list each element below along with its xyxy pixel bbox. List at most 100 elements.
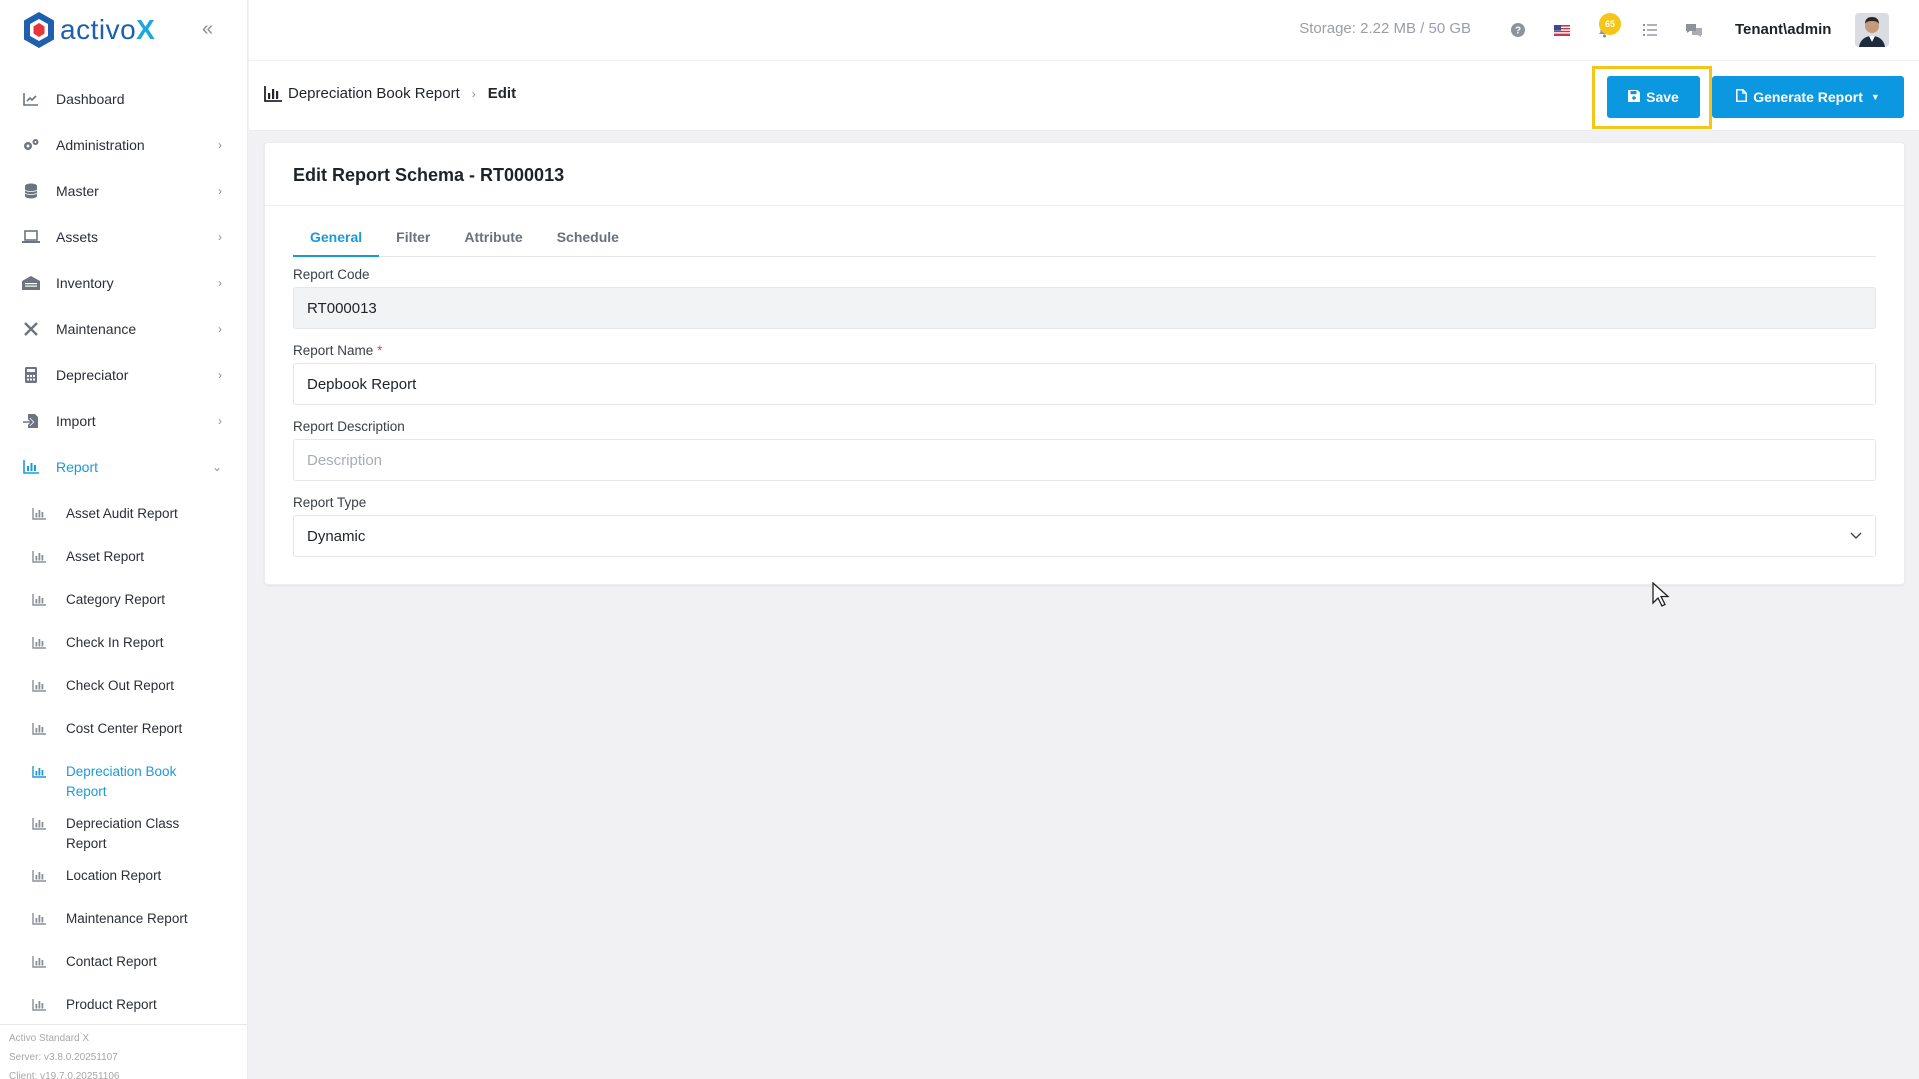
task-list-icon[interactable] xyxy=(1640,20,1660,40)
cogs-icon xyxy=(22,136,40,154)
sidebar-item-maintenance[interactable]: Maintenance › xyxy=(0,306,247,352)
sidebar-subitem-label: Cost Center Report xyxy=(66,721,183,736)
sidebar-item-label: Assets xyxy=(56,229,99,245)
report-description-field: Report Description xyxy=(293,419,1876,481)
sidebar-item-report[interactable]: Report ⌄ xyxy=(0,444,247,490)
file-icon xyxy=(1736,89,1748,105)
file-import-icon xyxy=(22,412,40,430)
notification-badge: 65 xyxy=(1599,13,1621,35)
sidebar-subitem-product-report[interactable]: Product Report xyxy=(0,983,247,1026)
report-name-input[interactable] xyxy=(293,363,1876,405)
sidebar-subitem-label: Asset Report xyxy=(66,549,145,564)
chart-bar-icon xyxy=(264,85,282,102)
chevron-right-icon: › xyxy=(218,322,222,336)
chart-bar-icon xyxy=(32,678,48,694)
report-code-field: Report Code xyxy=(293,267,1876,329)
chevron-down-icon: ⌄ xyxy=(211,460,222,474)
sidebar-subitem-location-report[interactable]: Location Report xyxy=(0,854,247,897)
chevron-right-icon: › xyxy=(218,368,222,382)
breadcrumb-current: Edit xyxy=(487,85,517,102)
chevron-right-icon: › xyxy=(218,230,222,244)
sidebar-subitem-depreciation-book-report[interactable]: Depreciation Book Report xyxy=(0,750,247,802)
tab-schedule[interactable]: Schedule xyxy=(540,219,636,257)
sidebar-item-label: Import xyxy=(56,413,96,429)
sidebar-item-label: Master xyxy=(56,183,99,199)
client-version: Client: v19.7.0.20251106 xyxy=(9,1071,120,1079)
chart-bar-icon xyxy=(32,549,48,565)
sidebar-subitem-asset-audit-report[interactable]: Asset Audit Report xyxy=(0,492,247,535)
sidebar-subitem-label: Asset Audit Report xyxy=(66,506,178,521)
us-flag-icon[interactable] xyxy=(1552,20,1572,40)
sidebar-nav: Dashboard Administration › Master › Asse… xyxy=(0,76,247,1026)
sidebar-subitem-cost-center-report[interactable]: Cost Center Report xyxy=(0,707,247,750)
user-name[interactable]: Tenant\admin xyxy=(1735,21,1831,38)
sidebar: activoX « Dashboard Administration › Mas… xyxy=(0,0,248,1079)
sidebar-item-administration[interactable]: Administration › xyxy=(0,122,247,168)
tab-filter[interactable]: Filter xyxy=(379,219,447,257)
chat-icon[interactable] xyxy=(1684,20,1704,40)
chevron-right-icon: › xyxy=(218,184,222,198)
chart-bar-icon xyxy=(32,592,48,608)
sidebar-item-label: Report xyxy=(56,459,99,475)
generate-report-button[interactable]: Generate Report ▼ xyxy=(1712,76,1904,118)
tab-attribute[interactable]: Attribute xyxy=(447,219,539,257)
chart-bar-icon xyxy=(32,721,48,737)
sidebar-item-label: Inventory xyxy=(56,275,114,291)
chart-bar-icon xyxy=(32,911,48,927)
save-button-label: Save xyxy=(1646,89,1679,105)
chart-bar-icon xyxy=(32,997,48,1013)
sidebar-item-assets[interactable]: Assets › xyxy=(0,214,247,260)
sidebar-subitem-depreciation-class-report[interactable]: Depreciation Class Report xyxy=(0,802,247,854)
sidebar-subitem-check-out-report[interactable]: Check Out Report xyxy=(0,664,247,707)
chevron-right-icon: › xyxy=(218,276,222,290)
sidebar-item-label: Depreciator xyxy=(56,367,129,383)
sidebar-subitem-contact-report[interactable]: Contact Report xyxy=(0,940,247,983)
storage-usage: Storage: 2.22 MB / 50 GB xyxy=(1299,20,1471,37)
chart-bar-icon xyxy=(32,764,48,780)
sidebar-item-dashboard[interactable]: Dashboard xyxy=(0,76,247,122)
sidebar-item-master[interactable]: Master › xyxy=(0,168,247,214)
help-icon[interactable]: ? xyxy=(1508,20,1528,40)
general-form: Report Code Report Name * Report Descrip… xyxy=(293,267,1876,571)
svg-text:?: ? xyxy=(1515,26,1521,37)
user-avatar[interactable] xyxy=(1855,13,1889,47)
report-description-input[interactable] xyxy=(293,439,1876,481)
database-icon xyxy=(22,182,40,200)
chart-bar-icon xyxy=(32,868,48,884)
sidebar-item-inventory[interactable]: Inventory › xyxy=(0,260,247,306)
collapse-sidebar-icon[interactable]: « xyxy=(202,18,213,41)
app-logo[interactable]: activoX xyxy=(22,10,155,50)
chart-bar-icon xyxy=(32,506,48,522)
chart-bar-icon xyxy=(32,816,48,832)
chevron-down-icon xyxy=(1850,529,1862,543)
chevron-right-icon: › xyxy=(218,138,222,152)
report-type-select[interactable]: Dynamic xyxy=(293,515,1876,557)
caret-down-icon: ▼ xyxy=(1870,92,1880,102)
version-footer: Activo Standard X Server: v3.8.0.2025110… xyxy=(0,1024,247,1079)
sidebar-subitem-check-in-report[interactable]: Check In Report xyxy=(0,621,247,664)
report-code-input[interactable] xyxy=(293,287,1876,329)
sidebar-subitem-label: Maintenance Report xyxy=(66,911,188,926)
sidebar-subitem-maintenance-report[interactable]: Maintenance Report xyxy=(0,897,247,940)
chevron-right-icon: › xyxy=(218,414,222,428)
tab-general[interactable]: General xyxy=(293,219,380,257)
sidebar-subitem-label: Depreciation Book Report xyxy=(66,764,177,799)
breadcrumb-parent[interactable]: Depreciation Book Report xyxy=(288,85,460,102)
report-type-label: Report Type xyxy=(293,495,367,510)
save-button[interactable]: Save xyxy=(1607,76,1700,118)
breadcrumb: Depreciation Book Report › Edit xyxy=(264,85,516,102)
sidebar-subitem-label: Product Report xyxy=(66,997,157,1012)
sidebar-subitem-label: Check Out Report xyxy=(66,678,175,693)
report-schema-card: Edit Report Schema - RT000013 General Fi… xyxy=(264,142,1905,585)
server-version: Server: v3.8.0.20251107 xyxy=(9,1052,118,1063)
product-name: Activo Standard X xyxy=(9,1033,90,1044)
sidebar-subitem-label: Check In Report xyxy=(66,635,164,650)
top-bar: Storage: 2.22 MB / 50 GB xyxy=(249,0,1919,61)
chart-bar-icon xyxy=(32,635,48,651)
report-name-label: Report Name * xyxy=(293,343,383,358)
tab-bar: General Filter Attribute Schedule xyxy=(293,219,1876,257)
sidebar-item-import[interactable]: Import › xyxy=(0,398,247,444)
sidebar-item-depreciator[interactable]: Depreciator › xyxy=(0,352,247,398)
sidebar-subitem-asset-report[interactable]: Asset Report xyxy=(0,535,247,578)
sidebar-subitem-category-report[interactable]: Category Report xyxy=(0,578,247,621)
